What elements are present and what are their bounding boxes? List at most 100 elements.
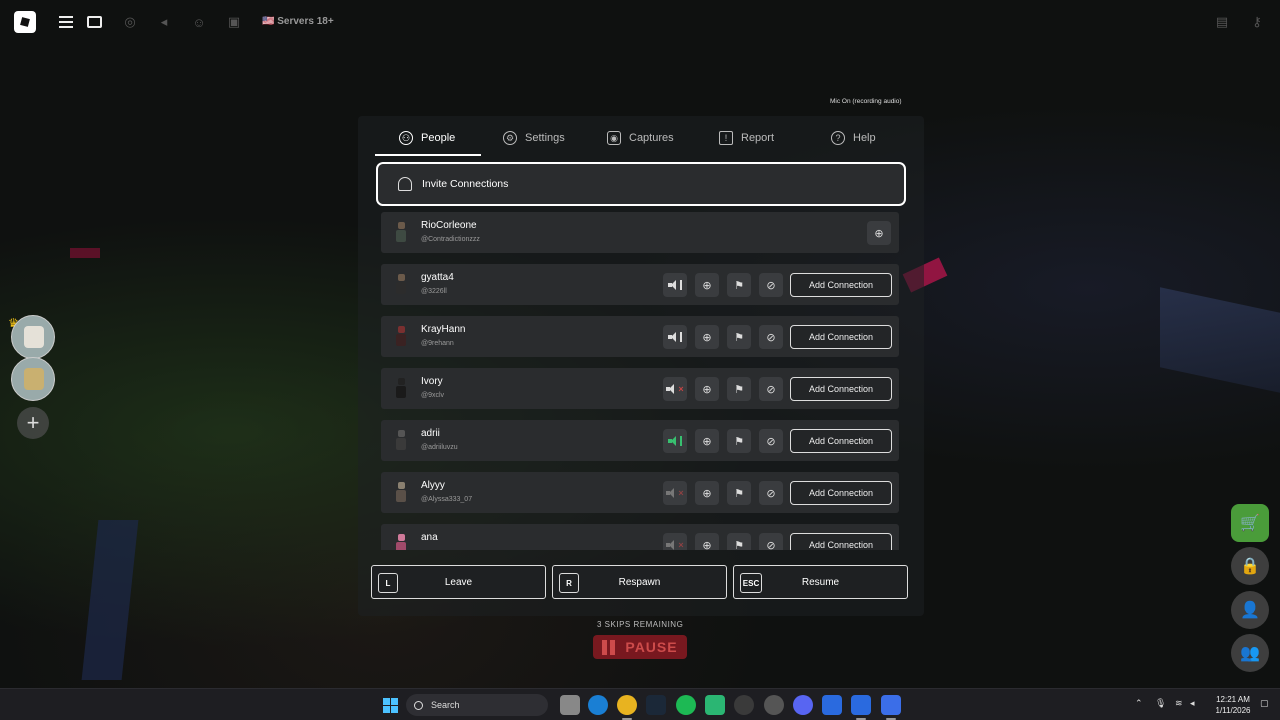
block-button[interactable]: ⊘ — [759, 273, 783, 297]
resume-button[interactable]: ESC Resume — [733, 565, 908, 599]
roblox-studio-icon[interactable] — [851, 695, 871, 715]
report-button[interactable]: ⚑ — [727, 325, 751, 349]
mic-icon[interactable]: 🎙 — [1155, 698, 1166, 709]
spotify-icon[interactable] — [676, 695, 696, 715]
avatar — [393, 534, 409, 550]
skips-remaining: 3 SKIPS REMAINING — [597, 620, 684, 629]
block-button[interactable]: ⊘ — [759, 325, 783, 349]
add-connection-button[interactable]: Add Connection — [790, 481, 892, 505]
report-button[interactable]: ⚑ — [727, 429, 751, 453]
voice-volume-button[interactable]: × — [663, 377, 687, 401]
add-connection-button[interactable]: Add Connection — [790, 429, 892, 453]
player-row: RioCorleone @Contradictionzzz ⊕ — [381, 212, 899, 253]
profile-button[interactable]: 👤 — [1231, 591, 1269, 629]
key-hint: ESC — [740, 573, 762, 593]
voice-volume-button[interactable] — [663, 325, 687, 349]
inspect-button[interactable]: ⊕ — [695, 429, 719, 453]
block-button[interactable]: ⊘ — [759, 533, 783, 550]
tray-chevron-icon[interactable]: ⌃ — [1135, 698, 1143, 709]
start-button[interactable] — [380, 695, 400, 715]
key-hint: R — [559, 573, 579, 593]
people-icon: ⚇ — [399, 131, 413, 145]
block-button[interactable]: ⊘ — [759, 481, 783, 505]
key-icon[interactable]: ⚷ — [1245, 10, 1269, 34]
taskbar-search[interactable]: Search — [406, 694, 548, 716]
roblox-icon[interactable] — [881, 695, 901, 715]
player-row: Ivory @9xclv × ⊕ ⚑ ⊘ Add Connection — [381, 368, 899, 409]
tab-people[interactable]: ⚇ People — [399, 120, 455, 156]
report-button[interactable]: ⚑ — [727, 273, 751, 297]
tab-captures[interactable]: ◉ Captures — [607, 120, 674, 156]
tab-help[interactable]: ? Help — [831, 120, 876, 156]
discord-icon[interactable] — [793, 695, 813, 715]
voice-volume-button[interactable]: × — [663, 481, 687, 505]
app-icon[interactable] — [764, 695, 784, 715]
voice-volume-button[interactable] — [663, 273, 687, 297]
voice-volume-button[interactable]: × — [663, 533, 687, 550]
report-button[interactable]: ⚑ — [727, 481, 751, 505]
avatar[interactable] — [11, 357, 55, 401]
report-icon: ⚑ — [734, 383, 744, 396]
leave-button[interactable]: L Leave — [371, 565, 546, 599]
avatar[interactable] — [11, 315, 55, 359]
notification-icon[interactable]: ▢ — [1260, 698, 1269, 709]
block-button[interactable]: ⊘ — [759, 429, 783, 453]
inventory-icon[interactable]: ▤ — [1210, 10, 1234, 34]
block-button[interactable]: ⊘ — [759, 377, 783, 401]
app-icon[interactable] — [822, 695, 842, 715]
servers-label[interactable]: 🇺🇸 Servers 18+ — [262, 16, 334, 27]
add-connection-button[interactable]: Add Connection — [790, 533, 892, 550]
report-button[interactable]: ⚑ — [727, 533, 751, 550]
add-connection-button[interactable]: Add Connection — [790, 377, 892, 401]
avatar — [393, 274, 409, 296]
report-button[interactable]: ⚑ — [727, 377, 751, 401]
speaker-icon[interactable]: ◂ — [152, 10, 176, 34]
tab-report[interactable]: ! Report — [719, 120, 774, 156]
tab-settings[interactable]: ⚙ Settings — [503, 120, 565, 156]
scene-red-object — [70, 248, 100, 258]
menu-tabs: ⚇ People ⚙ Settings ◉ Captures ! Report … — [375, 120, 905, 156]
inspect-button[interactable]: ⊕ — [695, 481, 719, 505]
clock[interactable]: 12:21 AM 1/11/2026 — [1210, 694, 1256, 716]
inspect-button[interactable]: ⊕ — [695, 273, 719, 297]
player-username: @3226ll — [421, 288, 447, 295]
wifi-icon[interactable]: ≋ — [1175, 698, 1183, 709]
pause-button[interactable]: PAUSE — [593, 635, 687, 659]
edge-icon[interactable] — [588, 695, 608, 715]
top-bar: ◎ ◂ ☺ ▣ 🇺🇸 Servers 18+ ▤ ⚷ — [0, 0, 1280, 44]
lock-button[interactable]: 🔒 — [1231, 547, 1269, 585]
respawn-button[interactable]: R Respawn — [552, 565, 727, 599]
player-list[interactable]: RioCorleone @Contradictionzzz ⊕ gyatta4 … — [381, 212, 899, 550]
ccleaner-icon[interactable] — [734, 695, 754, 715]
menu-icon[interactable] — [54, 10, 78, 34]
file-explorer-icon[interactable] — [560, 695, 580, 715]
player-name: ana — [421, 532, 438, 543]
windows-icon — [382, 697, 398, 713]
avatar — [393, 482, 409, 504]
inspect-button[interactable]: ⊕ — [695, 533, 719, 550]
inspect-button[interactable]: ⊕ — [695, 325, 719, 349]
emote-icon[interactable]: ☺ — [187, 10, 211, 34]
volume-icon[interactable]: ◂ — [1190, 698, 1195, 709]
inspect-button[interactable]: ⊕ — [695, 377, 719, 401]
invite-connections-button[interactable]: Invite Connections — [376, 162, 906, 206]
block-icon: ⊘ — [766, 487, 776, 500]
player-name: KrayHann — [421, 324, 466, 335]
camera-icon[interactable]: ▣ — [222, 10, 246, 34]
add-connection-button[interactable]: Add Connection — [790, 273, 892, 297]
chat-icon[interactable] — [82, 10, 106, 34]
player-name: Alyyy — [421, 480, 445, 491]
inspect-button[interactable]: ⊕ — [867, 221, 891, 245]
add-connection-button[interactable]: Add Connection — [790, 325, 892, 349]
backpack-icon[interactable]: ◎ — [118, 10, 142, 34]
xbox-icon[interactable] — [705, 695, 725, 715]
shop-button[interactable]: 🛒 — [1231, 504, 1269, 542]
friends-button[interactable]: 👥 — [1231, 634, 1269, 672]
voice-volume-button[interactable] — [663, 429, 687, 453]
chrome-icon[interactable] — [617, 695, 637, 715]
steam-icon[interactable] — [646, 695, 666, 715]
player-row: adrii @adriiluvzu ⊕ ⚑ ⊘ Add Connection — [381, 420, 899, 461]
roblox-logo-button[interactable] — [14, 11, 36, 33]
add-friend-button[interactable]: + — [17, 407, 49, 439]
speaker-muted-icon: × — [666, 488, 684, 498]
